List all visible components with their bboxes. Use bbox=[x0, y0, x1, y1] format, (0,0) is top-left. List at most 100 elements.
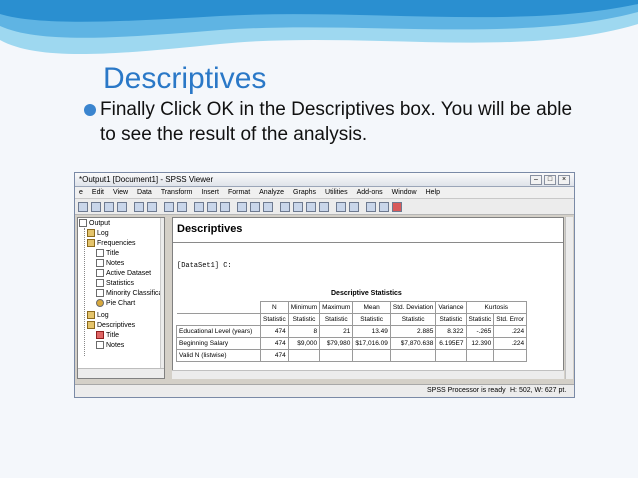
outline-item-pie-chart[interactable]: Pie Chart bbox=[96, 298, 135, 308]
page-icon bbox=[96, 341, 104, 349]
window-titlebar: *Output1 [Document1] - SPSS Viewer – □ × bbox=[75, 173, 574, 187]
outline-item-frequencies[interactable]: Frequencies bbox=[87, 238, 136, 248]
outline-item-log[interactable]: Log bbox=[87, 228, 109, 238]
header-n: N bbox=[260, 301, 289, 314]
table-header-row: N Minimum Maximum Mean Std. Deviation Va… bbox=[176, 301, 528, 314]
header-mean: Mean bbox=[352, 301, 391, 314]
open-icon[interactable] bbox=[91, 201, 101, 212]
corner-cell bbox=[176, 313, 261, 326]
expand-icon[interactable] bbox=[336, 201, 346, 212]
table-row: Educational Level (years) 474 8 21 13.49… bbox=[176, 325, 528, 338]
content-vertical-scrollbar[interactable] bbox=[565, 217, 573, 379]
goto-data-icon[interactable] bbox=[177, 201, 187, 212]
print-icon[interactable] bbox=[104, 201, 114, 212]
subheader: Statistic bbox=[389, 313, 437, 326]
insert-heading-icon[interactable] bbox=[263, 201, 273, 212]
menu-add-ons[interactable]: Add-ons bbox=[357, 187, 383, 198]
book-icon bbox=[87, 321, 95, 329]
cell: 474 bbox=[260, 349, 289, 362]
cell: -.265 bbox=[465, 325, 495, 338]
menu-insert[interactable]: Insert bbox=[201, 187, 219, 198]
table-subheader-row: Statistic Statistic Statistic Statistic … bbox=[176, 313, 528, 326]
header-maximum: Maximum bbox=[319, 301, 354, 314]
menu-file[interactable]: e bbox=[79, 187, 83, 198]
select-output-icon[interactable] bbox=[220, 201, 230, 212]
recall-dialog-icon[interactable] bbox=[147, 201, 157, 212]
cell: 8 bbox=[287, 325, 321, 338]
menu-graphs[interactable]: Graphs bbox=[293, 187, 316, 198]
menu-transform[interactable]: Transform bbox=[161, 187, 193, 198]
cell bbox=[389, 349, 437, 362]
header-minimum: Minimum bbox=[287, 301, 321, 314]
header-variance: Variance bbox=[435, 301, 467, 314]
outline-item-title-2[interactable]: Title bbox=[96, 330, 119, 340]
spss-viewer-window: *Output1 [Document1] - SPSS Viewer – □ ×… bbox=[74, 172, 575, 398]
outline-item-statistics[interactable]: Statistics bbox=[96, 278, 134, 288]
row-label: Valid N (listwise) bbox=[176, 349, 261, 362]
row-label: Beginning Salary bbox=[176, 337, 261, 350]
minimize-button[interactable]: – bbox=[530, 175, 542, 185]
corner-cell bbox=[176, 301, 261, 314]
menu-view[interactable]: View bbox=[113, 187, 128, 198]
chart-icon[interactable] bbox=[250, 201, 260, 212]
hide-icon[interactable] bbox=[379, 201, 389, 212]
outline-vertical-scrollbar[interactable] bbox=[160, 218, 164, 368]
outline-item-notes-2[interactable]: Notes bbox=[96, 340, 124, 350]
row-label: Educational Level (years) bbox=[176, 325, 261, 338]
insert-text-icon[interactable] bbox=[293, 201, 303, 212]
cell bbox=[287, 349, 321, 362]
descriptive-statistics-table[interactable]: N Minimum Maximum Mean Std. Deviation Va… bbox=[176, 301, 528, 362]
menu-edit[interactable]: Edit bbox=[92, 187, 104, 198]
close-button[interactable]: × bbox=[558, 175, 570, 185]
heading-divider bbox=[173, 242, 563, 243]
outline-item-minority-classification[interactable]: Minority Classificat bbox=[96, 288, 164, 298]
variables-icon[interactable] bbox=[207, 201, 217, 212]
outline-item-notes[interactable]: Notes bbox=[96, 258, 124, 268]
menu-help[interactable]: Help bbox=[426, 187, 440, 198]
export-icon[interactable] bbox=[134, 201, 144, 212]
table-title: Descriptive Statistics bbox=[331, 290, 402, 297]
outline-item-output[interactable]: Output bbox=[79, 218, 110, 228]
cell bbox=[465, 349, 495, 362]
menu-utilities[interactable]: Utilities bbox=[325, 187, 348, 198]
bullet-point: Finally Click OK in the Descriptives box… bbox=[84, 97, 584, 147]
maximize-button[interactable]: □ bbox=[544, 175, 556, 185]
stop-icon[interactable] bbox=[392, 201, 402, 212]
preview-icon[interactable] bbox=[117, 201, 127, 212]
table-icon bbox=[96, 289, 104, 297]
slide-title: Descriptives bbox=[103, 62, 267, 95]
pie-chart-icon bbox=[96, 299, 104, 307]
cell: 6.195E7 bbox=[435, 337, 467, 350]
save-icon[interactable] bbox=[78, 201, 88, 212]
table-row: Valid N (listwise) 474 bbox=[176, 349, 528, 362]
designate-window-icon[interactable] bbox=[237, 201, 247, 212]
menu-data[interactable]: Data bbox=[137, 187, 152, 198]
collapse-icon[interactable] bbox=[349, 201, 359, 212]
cell: 474 bbox=[260, 325, 289, 338]
outline-item-log-2[interactable]: Log bbox=[87, 310, 109, 320]
demote-icon[interactable] bbox=[319, 201, 329, 212]
cell: $79,980 bbox=[319, 337, 354, 350]
cell: 2.885 bbox=[389, 325, 437, 338]
page-icon bbox=[96, 259, 104, 267]
outline-horizontal-scrollbar[interactable] bbox=[78, 368, 164, 378]
outline-item-descriptives[interactable]: Descriptives bbox=[87, 320, 135, 330]
promote-icon[interactable] bbox=[306, 201, 316, 212]
page-icon bbox=[96, 269, 104, 277]
subheader: Statistic bbox=[287, 313, 321, 326]
undo-icon[interactable] bbox=[164, 201, 174, 212]
goto-case-icon[interactable] bbox=[194, 201, 204, 212]
menu-format[interactable]: Format bbox=[228, 187, 250, 198]
show-icon[interactable] bbox=[366, 201, 376, 212]
page-dimensions: H: 502, W: 627 pt. bbox=[510, 387, 567, 394]
cell: $17,016.09 bbox=[352, 337, 391, 350]
content-horizontal-scrollbar[interactable] bbox=[172, 370, 564, 379]
menu-window[interactable]: Window bbox=[392, 187, 417, 198]
menu-analyze[interactable]: Analyze bbox=[259, 187, 284, 198]
insert-title-icon[interactable] bbox=[280, 201, 290, 212]
cell: .224 bbox=[493, 337, 528, 350]
header-kurtosis: Kurtosis bbox=[465, 301, 528, 314]
outline-item-active-dataset[interactable]: Active Dataset bbox=[96, 268, 151, 278]
outline-item-title[interactable]: Title bbox=[96, 248, 119, 258]
cell: 8.322 bbox=[435, 325, 467, 338]
